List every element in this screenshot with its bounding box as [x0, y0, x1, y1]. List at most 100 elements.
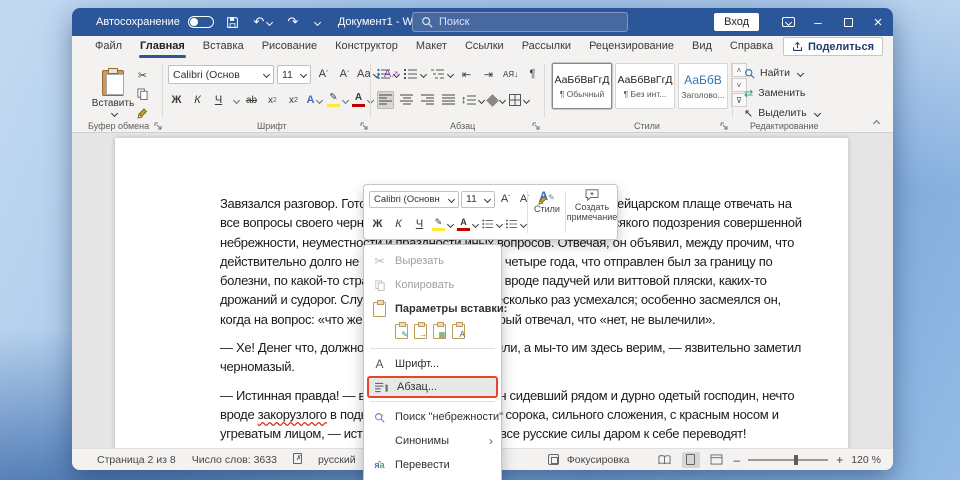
- tab-file[interactable]: Файл: [86, 36, 131, 58]
- menu-item-copy[interactable]: Копировать: [364, 273, 501, 297]
- multilevel-list-button[interactable]: [431, 65, 453, 83]
- mini-font-size-combo[interactable]: 11: [461, 191, 495, 208]
- menu-item-paragraph[interactable]: Абзац...: [367, 376, 498, 398]
- save-icon[interactable]: [222, 12, 244, 32]
- language-indicator[interactable]: русский: [318, 454, 356, 466]
- italic-button[interactable]: К: [189, 91, 206, 109]
- styles-dialog-launcher-icon[interactable]: [720, 122, 728, 130]
- mini-highlight-button[interactable]: ✎: [432, 215, 453, 233]
- tab-draw[interactable]: Рисование: [253, 36, 326, 58]
- search-box[interactable]: [412, 12, 628, 32]
- mini-bold-button[interactable]: Ж: [369, 215, 386, 233]
- bullets-button[interactable]: [377, 65, 399, 83]
- menu-item-font[interactable]: А Шрифт...: [364, 352, 501, 376]
- minimize-button[interactable]: –: [803, 8, 833, 36]
- mini-numbering-button[interactable]: [506, 215, 526, 233]
- paste-text-only-icon[interactable]: А: [452, 324, 465, 339]
- superscript-button[interactable]: х2: [285, 91, 302, 109]
- line-spacing-button[interactable]: ↕: [461, 91, 484, 109]
- strikethrough-button[interactable]: ab: [243, 91, 260, 109]
- page-indicator[interactable]: Страница 2 из 8: [97, 454, 176, 466]
- style-no-spacing[interactable]: АаБбВвГгД ¶ Без инт...: [615, 63, 675, 109]
- print-layout-icon[interactable]: [682, 452, 700, 468]
- tab-help[interactable]: Справка: [721, 36, 782, 58]
- redo-button[interactable]: ↷: [282, 12, 304, 32]
- shrink-font-button[interactable]: Аˇ: [336, 65, 353, 83]
- new-comment-button[interactable]: Создать примечание: [567, 189, 617, 222]
- font-dialog-launcher-icon[interactable]: [360, 122, 368, 130]
- numbering-button[interactable]: [404, 65, 426, 83]
- justify-button[interactable]: [440, 91, 457, 109]
- ribbon-display-options-button[interactable]: [773, 8, 803, 36]
- focus-mode-button[interactable]: Фокусировка: [567, 454, 630, 466]
- mini-font-color-button[interactable]: А: [457, 215, 478, 233]
- quick-access-chevron-icon[interactable]: [314, 18, 321, 25]
- web-layout-icon[interactable]: [708, 452, 726, 468]
- zoom-slider[interactable]: [748, 459, 828, 461]
- tab-mailings[interactable]: Рассылки: [513, 36, 580, 58]
- align-center-button[interactable]: [398, 91, 415, 109]
- share-button[interactable]: Поделиться: [783, 37, 883, 56]
- tab-review[interactable]: Рецензирование: [580, 36, 683, 58]
- copy-button[interactable]: [134, 85, 151, 103]
- maximize-button[interactable]: [833, 8, 863, 36]
- collapse-ribbon-icon[interactable]: [873, 120, 880, 127]
- mini-underline-button[interactable]: Ч: [411, 215, 428, 233]
- paste-picture-icon[interactable]: ▦: [433, 324, 446, 339]
- highlight-color-button[interactable]: ✎: [327, 91, 348, 109]
- font-name-combo[interactable]: Calibri (Основ: [168, 65, 274, 84]
- sort-button[interactable]: АЯ↓: [502, 65, 519, 83]
- mini-bullets-button[interactable]: [482, 215, 502, 233]
- tab-home[interactable]: Главная: [131, 36, 194, 58]
- paste-merge-formatting-icon[interactable]: →: [414, 324, 427, 339]
- grow-font-button[interactable]: Аˆ: [315, 65, 332, 83]
- select-button[interactable]: ↖ Выделить: [744, 104, 820, 122]
- underline-button[interactable]: Ч: [210, 91, 227, 109]
- proofing-errors-icon[interactable]: ✗: [293, 453, 302, 467]
- format-painter-button[interactable]: [134, 104, 151, 122]
- decrease-indent-button[interactable]: ⇤: [458, 65, 475, 83]
- change-case-button[interactable]: Аа: [357, 65, 379, 83]
- mini-italic-button[interactable]: К: [390, 215, 407, 233]
- tab-design[interactable]: Конструктор: [326, 36, 407, 58]
- zoom-slider-thumb[interactable]: [794, 455, 798, 465]
- align-right-button[interactable]: [419, 91, 436, 109]
- menu-item-synonyms[interactable]: Синонимы ›: [364, 429, 501, 453]
- align-left-button[interactable]: [377, 91, 394, 109]
- word-count[interactable]: Число слов: 3633: [192, 454, 277, 466]
- show-marks-button[interactable]: ¶: [524, 65, 541, 83]
- subscript-button[interactable]: х2: [264, 91, 281, 109]
- find-button[interactable]: Найти: [744, 64, 803, 82]
- shading-button[interactable]: [488, 91, 505, 109]
- text-effects-button[interactable]: А: [306, 91, 323, 109]
- mini-font-name-combo[interactable]: Calibri (Основн: [369, 191, 459, 208]
- zoom-in-button[interactable]: +: [836, 453, 843, 467]
- paste-button[interactable]: Вставить: [90, 63, 136, 123]
- menu-item-translate[interactable]: я̂а Перевести: [364, 453, 501, 477]
- tab-layout[interactable]: Макет: [407, 36, 456, 58]
- zoom-out-button[interactable]: –: [734, 453, 741, 467]
- tab-references[interactable]: Ссылки: [456, 36, 513, 58]
- mini-styles-button[interactable]: А✎ Стили: [531, 189, 563, 214]
- close-button[interactable]: ×: [863, 8, 893, 36]
- tab-insert[interactable]: Вставка: [194, 36, 253, 58]
- signin-button[interactable]: Вход: [714, 13, 759, 31]
- menu-item-cut[interactable]: ✂ Вырезать: [364, 249, 501, 273]
- increase-indent-button[interactable]: ⇥: [480, 65, 497, 83]
- cut-button[interactable]: ✂: [134, 66, 151, 84]
- replace-button[interactable]: ⇄ Заменить: [744, 84, 805, 102]
- clipboard-dialog-launcher-icon[interactable]: [154, 122, 162, 130]
- paste-keep-source-icon[interactable]: ✎: [395, 324, 408, 339]
- style-heading1[interactable]: АаБбВ Заголово...: [678, 63, 728, 109]
- paragraph-dialog-launcher-icon[interactable]: [532, 122, 540, 130]
- search-input[interactable]: [439, 16, 589, 28]
- style-normal[interactable]: АаБбВвГгД ¶ Обычный: [552, 63, 612, 109]
- read-mode-icon[interactable]: [656, 452, 674, 468]
- bold-button[interactable]: Ж: [168, 91, 185, 109]
- autosave-toggle[interactable]: [188, 16, 214, 28]
- zoom-level[interactable]: 120 %: [851, 454, 881, 466]
- tab-view[interactable]: Вид: [683, 36, 721, 58]
- undo-button[interactable]: ↶: [252, 12, 274, 32]
- menu-item-smart-lookup[interactable]: Поиск "небрежности": [364, 405, 501, 429]
- borders-button[interactable]: [509, 91, 529, 109]
